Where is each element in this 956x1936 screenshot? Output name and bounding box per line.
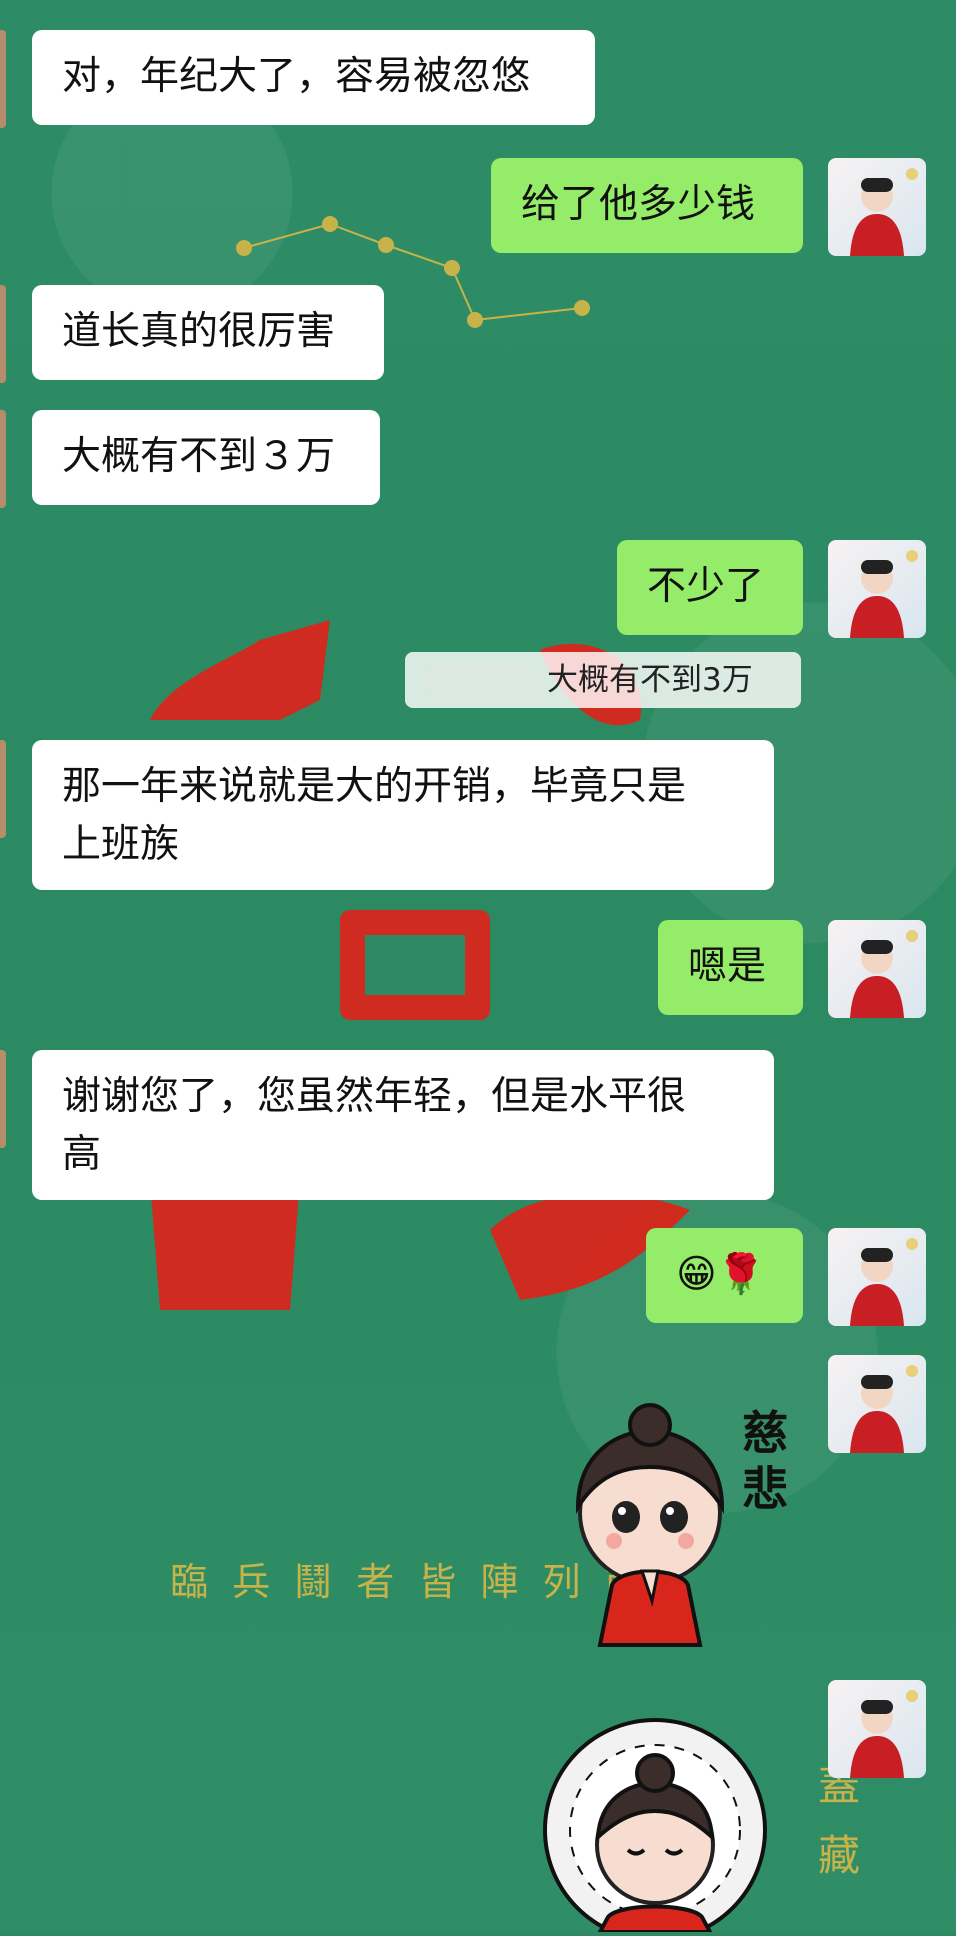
quoted-text: 大概有不到3万 bbox=[547, 662, 753, 698]
incoming-message[interactable]: 道长真的很厉害 bbox=[32, 285, 384, 380]
sticker-cartoon-girl[interactable]: 慈 悲 bbox=[560, 1395, 800, 1655]
contact-avatar-edge[interactable] bbox=[0, 30, 6, 128]
red-seal-decoration bbox=[150, 620, 690, 1310]
quoted-reply[interactable]: 大概有不到3万 bbox=[405, 652, 801, 708]
outgoing-emoji-message[interactable]: 😁🌹 bbox=[646, 1228, 803, 1323]
blurred-sender-name bbox=[423, 664, 543, 699]
contact-avatar-edge[interactable] bbox=[0, 285, 6, 383]
contact-avatar-edge[interactable] bbox=[0, 1050, 6, 1148]
avatar-portrait-icon bbox=[850, 1690, 918, 1778]
user-avatar[interactable] bbox=[828, 540, 926, 638]
outgoing-message[interactable]: 嗯是 bbox=[658, 920, 803, 1015]
avatar-portrait-icon bbox=[850, 1238, 918, 1326]
sticker-cartoon-girl-praying[interactable] bbox=[520, 1705, 790, 1936]
contact-avatar-edge[interactable] bbox=[0, 410, 6, 508]
user-avatar[interactable] bbox=[828, 1228, 926, 1326]
message-line: 那一年来说就是大的开销，毕竟只是 bbox=[62, 764, 687, 809]
user-avatar[interactable] bbox=[828, 1680, 926, 1778]
incoming-message[interactable]: 大概有不到３万 bbox=[32, 410, 380, 505]
message-line: 上班族 bbox=[62, 822, 180, 867]
avatar-portrait-icon bbox=[850, 550, 918, 638]
corner-text-2: 藏 bbox=[818, 1831, 860, 1880]
avatar-portrait-icon bbox=[850, 1365, 918, 1453]
avatar-portrait-icon bbox=[850, 168, 918, 256]
cartoon-girl-icon bbox=[543, 1718, 767, 1936]
incoming-message[interactable]: 对，年纪大了，容易被忽悠 bbox=[32, 30, 595, 125]
avatar-portrait-icon bbox=[850, 930, 918, 1018]
user-avatar[interactable] bbox=[828, 1355, 926, 1453]
outgoing-message[interactable]: 不少了 bbox=[617, 540, 803, 635]
message-line: 谢谢您了，您虽然年轻，但是水平很 bbox=[62, 1074, 687, 1119]
contact-avatar-edge[interactable] bbox=[0, 740, 6, 838]
incoming-message[interactable]: 谢谢您了，您虽然年轻，但是水平很 高 bbox=[32, 1050, 774, 1200]
user-avatar[interactable] bbox=[828, 920, 926, 1018]
sticker-caption: 慈 悲 bbox=[742, 1406, 788, 1516]
incoming-message[interactable]: 那一年来说就是大的开销，毕竟只是 上班族 bbox=[32, 740, 774, 890]
outgoing-message[interactable]: 给了他多少钱 bbox=[491, 158, 803, 253]
message-line: 高 bbox=[62, 1132, 102, 1177]
user-avatar[interactable] bbox=[828, 158, 926, 256]
